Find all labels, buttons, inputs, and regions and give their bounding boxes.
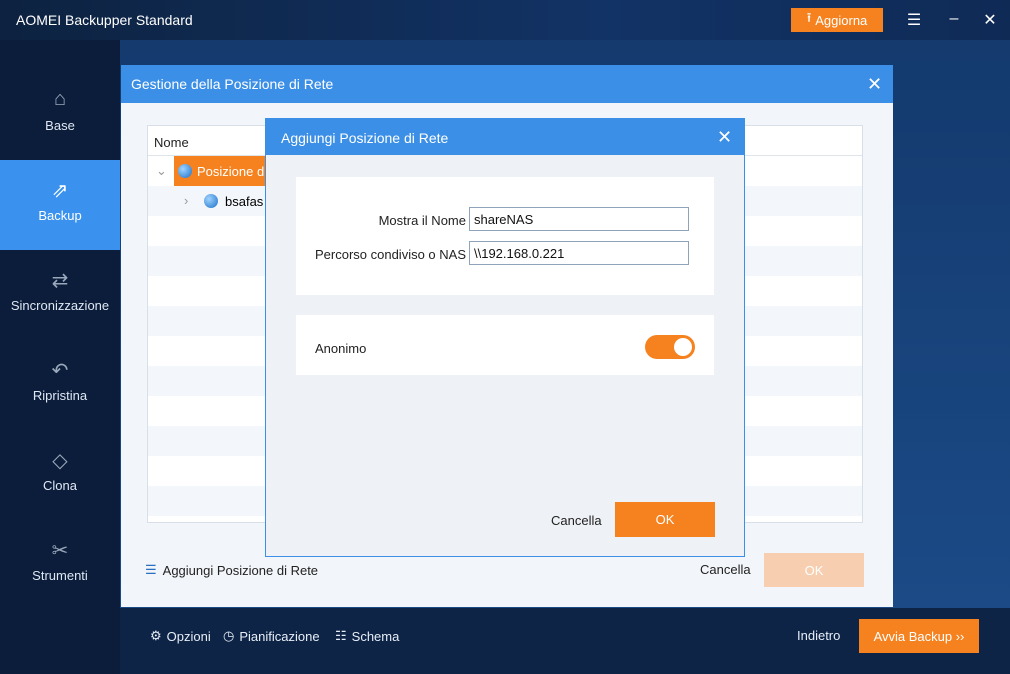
app-title: AOMEI Backupper Standard	[16, 12, 193, 28]
sync-monitor-icon: ⇄	[51, 270, 69, 292]
path-label: Percorso condiviso o NAS	[314, 247, 466, 262]
minimize-icon[interactable]: –	[944, 10, 964, 28]
ok-button[interactable]: OK	[615, 502, 715, 537]
dialog-title: Gestione della Posizione di Rete	[131, 76, 334, 92]
connection-panel: Mostra il Nome Percorso condiviso o NAS	[296, 177, 714, 295]
start-backup-button[interactable]: Avvia Backup ››	[859, 619, 979, 653]
options-label: Opzioni	[166, 628, 211, 644]
name-label: Mostra il Nome	[378, 213, 466, 228]
anonymous-label: Anonimo	[315, 341, 367, 356]
anonymous-toggle[interactable]	[645, 335, 695, 359]
schedule-label: Pianificazione	[239, 628, 320, 644]
share-path-input[interactable]	[469, 241, 689, 265]
network-icon	[178, 164, 192, 178]
globe-icon	[204, 194, 218, 208]
cancel-button[interactable]: Cancella	[551, 513, 602, 528]
chevron-right-icon[interactable]: ›	[184, 193, 188, 208]
nav-label: Clona	[43, 478, 77, 493]
tree-label: Posizione di	[197, 163, 268, 179]
display-name-input[interactable]	[469, 207, 689, 231]
ok-button[interactable]: OK	[764, 553, 864, 587]
list-icon: ☷	[335, 628, 347, 643]
dialog-header: Gestione della Posizione di Rete ✕	[121, 65, 893, 103]
scheme-label: Schema	[351, 628, 400, 644]
close-icon[interactable]: ✕	[980, 10, 1000, 30]
nav-label: Sincronizzazione	[10, 298, 110, 313]
backup-monitor-icon: ⇗	[51, 180, 69, 202]
nav-label: Ripristina	[32, 388, 88, 403]
upgrade-icon: ⭱	[806, 10, 812, 25]
clone-monitor-icon: ◇	[52, 450, 68, 472]
scheme-button[interactable]: ☷ Schema	[335, 628, 399, 644]
home-monitor-icon: ⌂	[53, 88, 67, 110]
sidebar-item-base[interactable]: ⌂ Base	[0, 70, 120, 160]
sidebar: ⌂ Base ⇗ Backup ⇄ Sincronizzazione ↶ Riprist…	[0, 40, 120, 674]
chevron-down-icon[interactable]: ⌄	[156, 163, 167, 179]
dialog-title: Aggiungi Posizione di Rete	[281, 130, 449, 146]
anonymous-panel: Anonimo	[296, 315, 714, 375]
options-button[interactable]: ⚙ Opzioni	[150, 628, 211, 644]
nav-label: Base	[45, 118, 75, 133]
nav-label: Strumenti	[32, 568, 88, 583]
sidebar-item-restore[interactable]: ↶ Ripristina	[0, 340, 120, 430]
tools-monitor-icon: ✂	[51, 540, 69, 562]
sidebar-item-sync[interactable]: ⇄ Sincronizzazione	[0, 250, 120, 340]
title-bar: AOMEI Backupper Standard ⭱ Aggiorna ☰ – ✕	[0, 0, 1010, 40]
back-button[interactable]: Indietro	[797, 628, 840, 643]
add-network-location-dialog: Aggiungi Posizione di Rete ✕ Mostra il N…	[265, 118, 745, 557]
menu-icon[interactable]: ☰	[904, 10, 924, 30]
add-label: Aggiungi Posizione di Rete	[162, 562, 319, 578]
upgrade-label: Aggiorna	[815, 12, 868, 28]
bottom-bar: ⚙ Opzioni ◷ Pianificazione ☷ Schema Indietr…	[120, 608, 1010, 674]
cancel-button[interactable]: Cancella	[700, 562, 751, 577]
sidebar-item-clone[interactable]: ◇ Clona	[0, 430, 120, 520]
list-icon: ☰	[145, 562, 157, 577]
clock-icon: ◷	[223, 628, 235, 643]
close-icon[interactable]: ✕	[867, 74, 882, 95]
add-network-location-button[interactable]: ☰ Aggiungi Posizione di Rete	[145, 562, 318, 578]
dialog-header: Aggiungi Posizione di Rete ✕	[266, 119, 744, 155]
nav-label: Backup	[38, 208, 82, 223]
gear-icon: ⚙	[150, 628, 162, 643]
close-icon[interactable]: ✕	[717, 127, 732, 148]
tree-label: bsafas	[225, 194, 264, 209]
sidebar-item-tools[interactable]: ✂ Strumenti	[0, 520, 120, 610]
upgrade-button[interactable]: ⭱ Aggiorna	[791, 8, 883, 32]
sidebar-item-backup[interactable]: ⇗ Backup	[0, 160, 120, 250]
schedule-button[interactable]: ◷ Pianificazione	[223, 628, 320, 644]
restore-monitor-icon: ↶	[51, 360, 69, 382]
